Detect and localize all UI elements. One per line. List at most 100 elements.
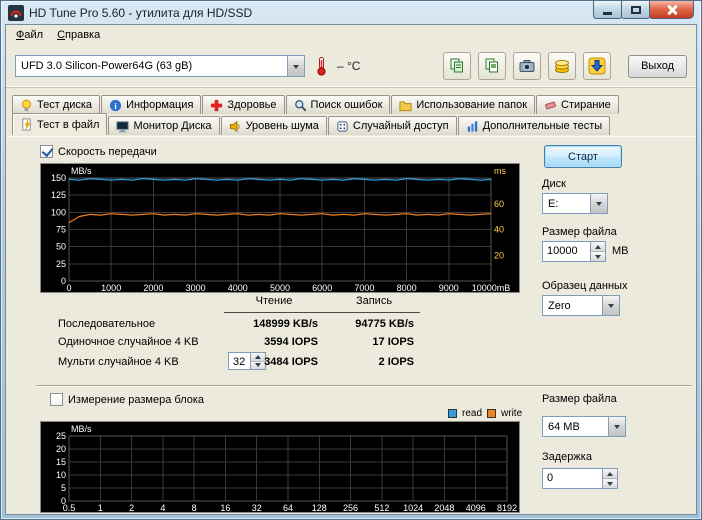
tab-label: Дополнительные тесты bbox=[482, 120, 603, 132]
menu-file[interactable]: Файл bbox=[9, 27, 50, 43]
tab-label: Тест диска bbox=[37, 99, 93, 111]
svg-text:32: 32 bbox=[252, 503, 262, 513]
update-button[interactable] bbox=[583, 52, 612, 80]
titlebar[interactable]: HD Tune Pro 5.60 - утилита для HD/SSD bbox=[5, 1, 697, 24]
tab-folder-usage[interactable]: Использование папок bbox=[391, 95, 536, 114]
thermometer-icon bbox=[317, 57, 326, 76]
svg-text:6000: 6000 bbox=[312, 283, 332, 293]
disk-select[interactable]: E: bbox=[542, 193, 608, 214]
svg-text:15: 15 bbox=[56, 457, 66, 467]
legend-write-label: write bbox=[501, 408, 523, 419]
tab-label: Поиск ошибок bbox=[310, 99, 383, 111]
tab-erase[interactable]: Стирание bbox=[536, 95, 619, 114]
folder-usage-icon bbox=[399, 100, 412, 111]
disk-monitor-icon bbox=[116, 120, 129, 132]
menu-help[interactable]: Справка bbox=[50, 27, 107, 43]
error-scan-icon bbox=[294, 99, 306, 111]
file-size-value: 10000 bbox=[547, 245, 578, 257]
camera-icon bbox=[519, 60, 535, 72]
exit-button[interactable]: Выход bbox=[628, 54, 687, 78]
block-size-checkbox[interactable]: Измерение размера блока bbox=[50, 393, 204, 406]
file-size-label: Размер файла bbox=[542, 226, 617, 238]
result-label-random-single: Одиночное случайное 4 KB bbox=[58, 336, 199, 348]
lamp-icon bbox=[22, 99, 31, 111]
tab-label: Случайный доступ bbox=[352, 120, 449, 132]
chevron-down-icon bbox=[608, 417, 625, 436]
svg-text:8000: 8000 bbox=[397, 283, 417, 293]
copy-text-button[interactable] bbox=[443, 52, 472, 80]
legend-read-label: read bbox=[462, 408, 483, 419]
spinner-arrows-icon[interactable] bbox=[590, 242, 605, 261]
tab-row-front: Тест в файл Монитор Диска Уровень шума С… bbox=[12, 113, 696, 135]
maximize-button[interactable] bbox=[621, 1, 650, 19]
window-controls bbox=[593, 1, 694, 19]
data-pattern-select[interactable]: Zero bbox=[542, 295, 620, 316]
result-read-random-single: 3594 IOPS bbox=[264, 336, 318, 348]
spinner-arrows-icon[interactable] bbox=[602, 469, 617, 488]
close-button[interactable] bbox=[649, 1, 694, 19]
svg-text:10: 10 bbox=[56, 470, 66, 480]
svg-text:2: 2 bbox=[129, 503, 134, 513]
svg-text:16: 16 bbox=[220, 503, 230, 513]
tab-info[interactable]: i Информация bbox=[101, 95, 202, 114]
tab-error-scan[interactable]: Поиск ошибок bbox=[285, 95, 391, 114]
svg-text:128: 128 bbox=[312, 503, 327, 513]
result-label-sequential: Последовательное bbox=[58, 318, 156, 330]
disk-select-value: E: bbox=[548, 197, 559, 210]
svg-text:i: i bbox=[114, 100, 116, 110]
start-button[interactable]: Старт bbox=[544, 145, 622, 168]
header-underline bbox=[224, 312, 420, 313]
tab-label: Использование папок bbox=[416, 99, 528, 111]
delay-spinner[interactable]: 0 bbox=[542, 468, 618, 489]
tab-file-benchmark[interactable]: Тест в файл bbox=[12, 113, 108, 135]
chevron-down-icon bbox=[287, 56, 304, 76]
screenshot-button[interactable] bbox=[513, 52, 542, 80]
svg-text:9000: 9000 bbox=[439, 283, 459, 293]
window-title: HD Tune Pro 5.60 - утилита для HD/SSD bbox=[29, 5, 253, 20]
svg-text:1000: 1000 bbox=[101, 283, 121, 293]
write-column-header: Запись bbox=[355, 295, 393, 307]
block-file-size-select[interactable]: 64 MB bbox=[542, 416, 626, 437]
file-benchmark-icon bbox=[22, 118, 31, 131]
copy-image-icon bbox=[485, 58, 499, 73]
block-size-chart: 05101520250.5 1 2 4 8 16 32 64 128 256 512 1024 2048… bbox=[40, 421, 520, 513]
result-write-random-single: 17 IOPS bbox=[372, 336, 414, 348]
copy-text-icon bbox=[450, 58, 464, 73]
app-icon bbox=[8, 4, 24, 21]
result-read-sequential: 148999 KB/s bbox=[253, 318, 318, 330]
tab-disk-test[interactable]: Тест диска bbox=[12, 95, 101, 114]
checkbox-checked-icon bbox=[40, 145, 53, 158]
drive-select-value: UFD 3.0 Silicon-Power64G (63 gB) bbox=[21, 60, 193, 72]
tab-extra-tests[interactable]: Дополнительные тесты bbox=[457, 116, 611, 135]
minimize-button[interactable] bbox=[593, 1, 622, 19]
transfer-speed-checkbox[interactable]: Скорость передачи bbox=[40, 145, 157, 158]
register-button[interactable] bbox=[548, 52, 577, 80]
extra-tests-icon bbox=[467, 120, 477, 132]
delay-value: 0 bbox=[547, 472, 554, 484]
app-window: HD Tune Pro 5.60 - утилита для HD/SSD Фа… bbox=[0, 0, 702, 520]
copy-image-button[interactable] bbox=[478, 52, 507, 80]
tab-random-access[interactable]: Случайный доступ bbox=[327, 116, 457, 135]
svg-text:0: 0 bbox=[66, 283, 71, 293]
random-access-icon bbox=[337, 120, 348, 132]
tab-health[interactable]: Здоровье bbox=[202, 95, 285, 114]
svg-text:0: 0 bbox=[61, 276, 66, 286]
svg-text:64: 64 bbox=[283, 503, 293, 513]
data-pattern-value: Zero bbox=[548, 299, 571, 312]
minimize-icon bbox=[603, 12, 612, 15]
svg-text:20: 20 bbox=[494, 250, 504, 260]
disk-label: Диск bbox=[542, 178, 566, 190]
svg-text:100: 100 bbox=[51, 207, 66, 217]
drive-select[interactable]: UFD 3.0 Silicon-Power64G (63 gB) bbox=[15, 55, 305, 77]
legend-read-swatch bbox=[448, 409, 457, 418]
svg-text:60: 60 bbox=[494, 199, 504, 209]
tab-label: Стирание bbox=[561, 99, 611, 111]
client-area: Файл Справка UFD 3.0 Silicon-Power64G (6… bbox=[5, 24, 697, 515]
result-read-random-multi: 3484 IOPS bbox=[264, 356, 318, 368]
file-size-spinner[interactable]: 10000 bbox=[542, 241, 606, 262]
tab-disk-monitor[interactable]: Монитор Диска bbox=[108, 116, 220, 135]
tab-noise-level[interactable]: Уровень шума bbox=[220, 116, 327, 135]
svg-text:3000: 3000 bbox=[186, 283, 206, 293]
legend-write-swatch bbox=[487, 409, 497, 418]
delay-label: Задержка bbox=[542, 451, 592, 463]
